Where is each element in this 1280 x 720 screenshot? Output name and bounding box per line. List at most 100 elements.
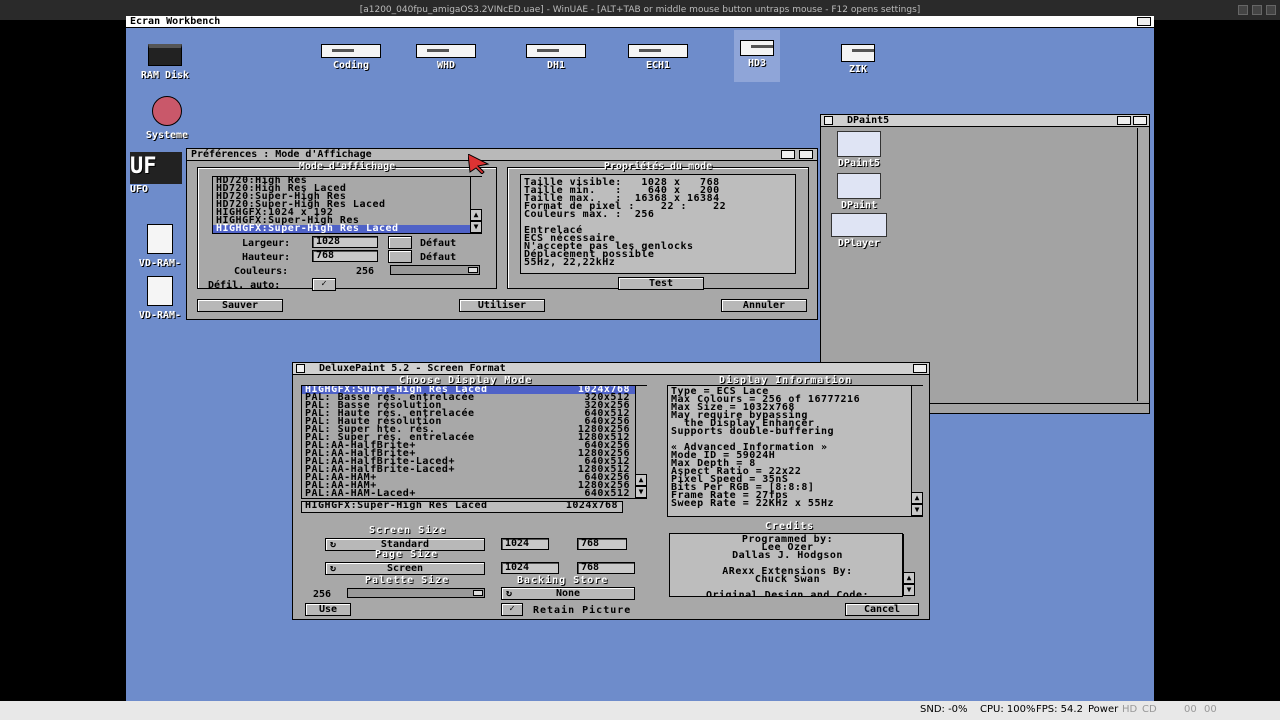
info-scrollbar[interactable]: ▲ ▼ [911,386,923,516]
zoom-gadget[interactable] [781,150,795,159]
vd-ram-2-label: VD-RAM- [138,310,182,321]
scroll-down-arrow-icon[interactable]: ▼ [911,504,923,516]
palette-slider[interactable] [347,588,485,598]
systeme-icon[interactable]: Systeme [132,96,202,141]
scroll-up-arrow-icon[interactable]: ▲ [903,572,915,584]
test-button[interactable]: Test [618,277,704,290]
current-mode-res: 1024x768 [565,501,618,511]
cancel-button[interactable]: Annuler [721,299,807,312]
credits-box: Programmed by: Lee Ozer Dallas J. Hodgson A… [669,533,903,597]
scroll-up-arrow-icon[interactable]: ▲ [911,492,923,504]
display-mode-scrollbar[interactable]: ▲ ▼ [635,386,647,498]
page-height-field[interactable]: 768 [577,562,635,574]
ram-chip-icon [148,44,182,66]
depth-gadget[interactable] [913,364,927,373]
current-mode-field[interactable]: HIGHGFX:Super-High Res Laced 1024x768 [301,501,623,513]
coding-drive-icon[interactable]: Coding [316,44,386,71]
whd-drive-icon[interactable]: WHD [411,44,481,71]
vd-ram-2-icon[interactable]: VD-RAM- [130,276,190,321]
dpaint-title-bar[interactable]: DeluxePaint 5.2 - Screen Format [293,363,929,375]
mode-property-line: 55Hz, 22,22kHz [524,257,616,268]
display-info-line: Sweep Rate = 22KHz x 55Hz [671,498,835,509]
mode-property-line: Couleurs max. : 256 [524,209,655,220]
close-gadget[interactable] [296,364,305,373]
mode-list-item[interactable]: HIGHGFX:Super-High Res Laced [213,224,481,233]
vd-ram-1-label: VD-RAM- [138,258,182,269]
dplayer-logo-icon [831,213,887,237]
workbench-screen[interactable]: Ecran Workbench RAM Disk Coding WHD DH1 … [126,16,1154,701]
dplayer-label: DPlayer [837,238,881,249]
slider-knob[interactable] [473,590,483,596]
drawer-title-bar[interactable]: DPaint5 [821,115,1149,127]
ech1-drive-icon[interactable]: ECH1 [623,44,693,71]
use-button[interactable]: Use [305,603,351,616]
dpaint5-program-icon[interactable]: DPaint5 [829,131,889,169]
drive1-led: 00 [1204,704,1217,715]
cancel-button[interactable]: Cancel [845,603,919,616]
largeur-default-button[interactable] [388,236,412,249]
scroll-down-arrow-icon[interactable]: ▼ [470,221,482,233]
screen-width-field[interactable]: 1024 [501,538,549,550]
dh1-drive-icon[interactable]: DH1 [521,44,591,71]
ram-disk-icon[interactable]: RAM Disk [130,44,200,81]
defil-auto-checkbox[interactable]: ✓ [312,278,336,291]
display-mode-list[interactable]: HIGHGFX:Super-High Res Laced 1024x768 PAL:… [301,385,647,499]
dpaint-screen-format-window[interactable]: DeluxePaint 5.2 - Screen Format Choose D… [292,362,930,620]
hauteur-field[interactable]: 768 [312,250,378,262]
couleurs-slider[interactable] [390,265,480,275]
page-size-cycle[interactable]: ↻ Screen [325,562,485,575]
host-status-bar: SND: -0% CPU: 100% FPS: 54.2 Power HD CD… [0,701,1280,720]
hd3-drive-icon[interactable]: HD3 [734,30,780,82]
mouse-pointer-icon [468,154,490,174]
backing-store-value: None [555,588,581,599]
sound-status: SND: -0% [920,704,968,715]
backing-store-cycle[interactable]: ↻ None [501,587,635,600]
scroll-down-arrow-icon[interactable]: ▼ [635,486,647,498]
maximize-button[interactable] [1252,5,1262,15]
ufo-icon[interactable]: UF UFO [130,152,186,195]
scroll-up-arrow-icon[interactable]: ▲ [470,209,482,221]
page-width-field[interactable]: 1024 [501,562,559,574]
ufo-label: UFO [130,184,149,195]
retain-picture-checkbox[interactable]: ✓ [501,603,523,616]
screen-title-bar[interactable]: Ecran Workbench [126,16,1154,28]
close-button[interactable] [1266,5,1276,15]
close-gadget[interactable] [824,116,833,125]
boing-ball-icon [152,96,182,126]
ufo-logo-icon: UF [130,152,182,184]
drawer-vertical-scrollbar[interactable] [1137,128,1149,401]
slider-knob[interactable] [468,267,478,273]
hard-drive-icon [416,44,476,58]
mode-group-label: Mode d'affichage [298,161,396,172]
drawer-title: DPaint5 [847,115,890,126]
use-button[interactable]: Utiliser [459,299,545,312]
prefs-window[interactable]: Préférences : Mode d'Affichage Mode d'af… [186,148,818,320]
display-mode-item[interactable]: PAL:AA-HAM-Laced+ 640x512 [302,489,646,499]
defil-auto-label: Défil. auto: [208,280,281,291]
prefs-title-bar[interactable]: Préférences : Mode d'Affichage [187,149,817,161]
scroll-down-arrow-icon[interactable]: ▼ [903,584,915,596]
vd-ram-1-icon[interactable]: VD-RAM- [130,224,190,269]
mode-group: Mode d'affichage HD720:High Res HD720:Hig… [197,161,497,291]
credits-scrollbar[interactable]: ▲ ▼ [903,534,915,596]
fps-status: FPS: 54.2 [1036,704,1083,715]
dplayer-program-icon[interactable]: DPlayer [829,213,889,249]
ech1-label: ECH1 [645,60,671,71]
credits-label: Credits [765,521,815,532]
hauteur-default-button[interactable] [388,250,412,263]
depth-gadget[interactable] [1133,116,1147,125]
zoom-gadget[interactable] [1117,116,1131,125]
hd-led: HD [1122,704,1138,715]
largeur-field[interactable]: 1028 [312,236,378,248]
mode-list-scrollbar[interactable]: ▲ ▼ [470,177,482,233]
minimize-button[interactable] [1238,5,1248,15]
screen-depth-gadget[interactable] [1137,17,1151,26]
scroll-up-arrow-icon[interactable]: ▲ [635,474,647,486]
mode-list[interactable]: HD720:High Res HD720:High Res Laced HD720:… [212,176,482,234]
save-button[interactable]: Sauver [197,299,283,312]
screen-height-field[interactable]: 768 [577,538,627,550]
depth-gadget[interactable] [799,150,813,159]
zik-drive-icon[interactable]: ZIK [826,44,890,75]
dpaint-program-icon[interactable]: DPaint [829,173,889,211]
page-size-value: Screen [386,563,424,574]
